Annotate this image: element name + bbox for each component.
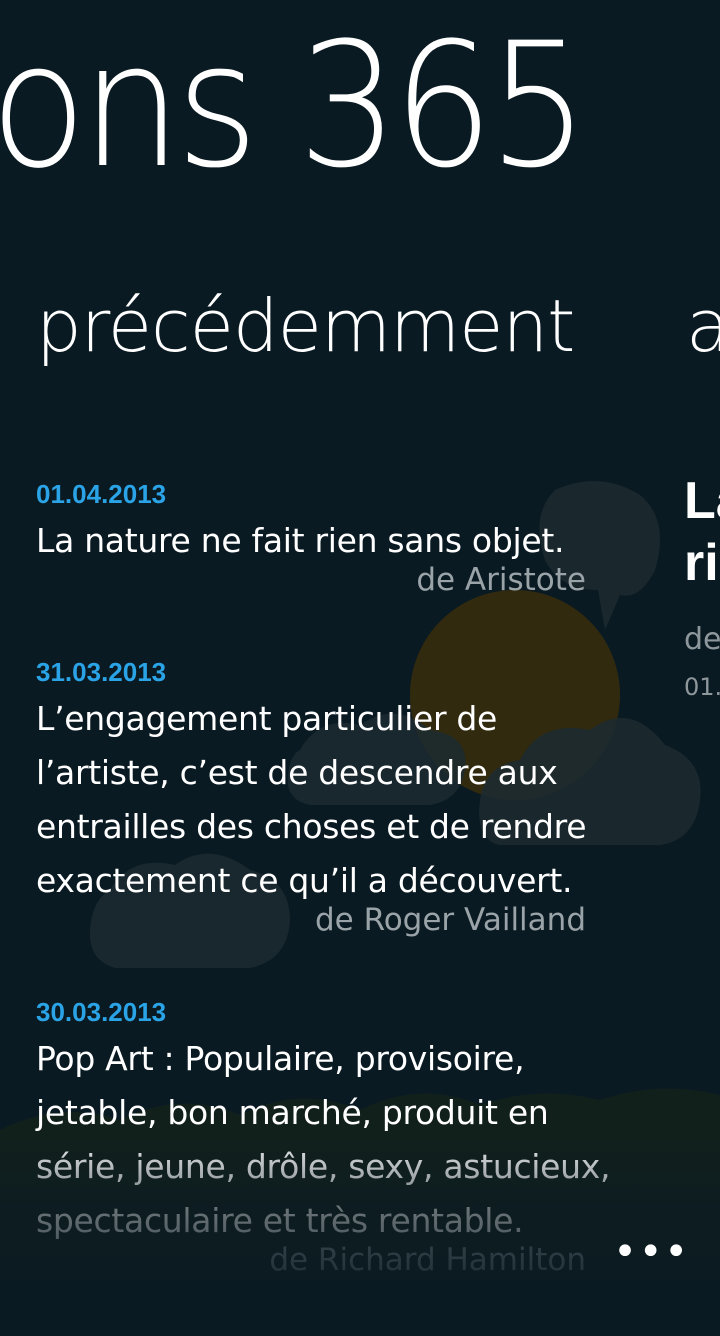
next-quote-author: de: [684, 622, 720, 657]
app-title: ons 365: [0, 5, 589, 206]
list-item[interactable]: 30.03.2013 Pop Art : Populaire, provisoi…: [36, 996, 626, 1278]
pivot-header-next[interactable]: a: [686, 290, 720, 362]
quote-list: 01.04.2013 La nature ne fait rien sans o…: [36, 478, 626, 1336]
list-item[interactable]: 31.03.2013 L’engagement particulier de l…: [36, 656, 626, 938]
quote-date: 30.03.2013: [36, 997, 167, 1027]
next-pivot-panel: La ri de 01.: [684, 470, 720, 701]
quote-text: Pop Art : Populaire, provisoire, jetable…: [36, 1039, 611, 1240]
quote-date: 01.04.2013: [36, 479, 167, 509]
next-quote-text: La ri: [684, 472, 720, 592]
quote-date: 31.03.2013: [36, 657, 167, 687]
list-item[interactable]: 01.04.2013 La nature ne fait rien sans o…: [36, 478, 626, 598]
app-bar-more-button[interactable]: •••: [613, 1232, 690, 1272]
pivot-header-current[interactable]: précédemment: [36, 290, 575, 362]
quote-text: La nature ne fait rien sans objet.: [36, 521, 565, 560]
next-quote-date: 01.: [684, 673, 720, 701]
quote-text: L’engagement particulier de l’artiste, c…: [36, 699, 587, 900]
